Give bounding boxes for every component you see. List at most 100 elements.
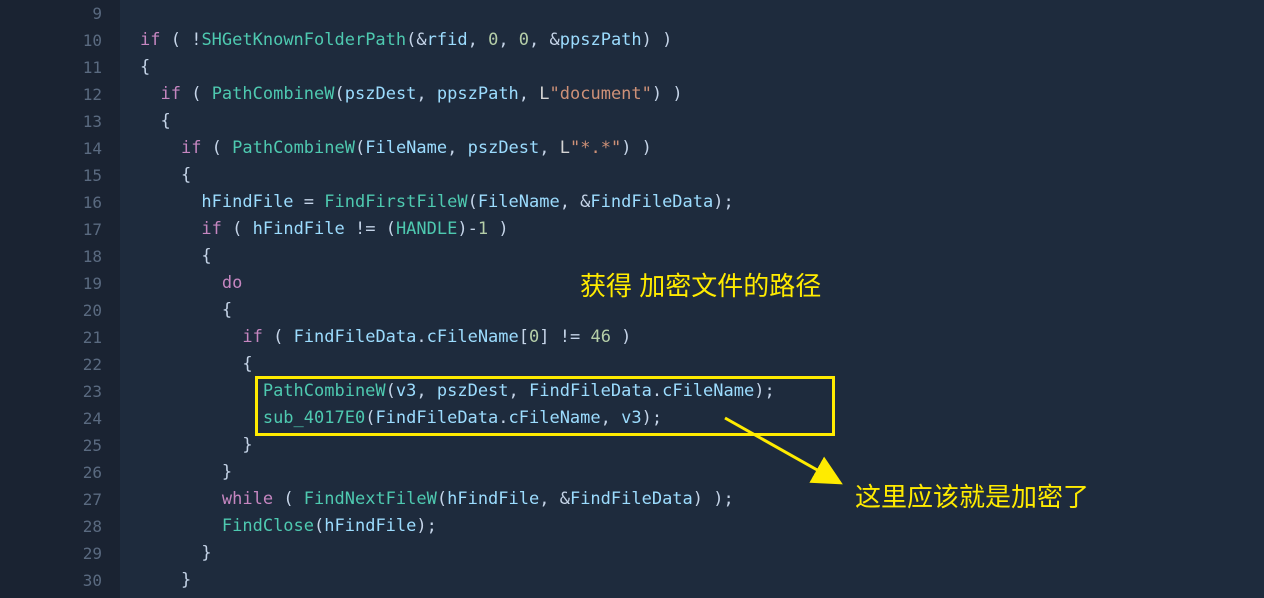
code-token: ) ); xyxy=(693,489,734,509)
code-token: , xyxy=(601,408,621,428)
code-line[interactable]: if ( !SHGetKnownFolderPath(&rfid, 0, 0, … xyxy=(140,27,672,54)
code-line[interactable]: } xyxy=(140,432,253,459)
code-token: pszDest xyxy=(437,381,509,401)
line-number: 29 xyxy=(83,540,102,567)
code-token: } xyxy=(140,543,212,563)
code-line[interactable]: if ( PathCombineW(FileName, pszDest, L"*… xyxy=(140,135,652,162)
line-number: 12 xyxy=(83,81,102,108)
code-token: HANDLE xyxy=(396,219,457,239)
code-token: L xyxy=(560,138,570,158)
code-token xyxy=(140,219,201,239)
code-token: hFindFile xyxy=(447,489,539,509)
code-line[interactable]: { xyxy=(140,351,253,378)
line-number-gutter: 9101112131415161718192021222324252627282… xyxy=(50,0,110,598)
code-line[interactable]: } xyxy=(140,540,212,567)
code-token: cFileName xyxy=(509,408,601,428)
code-token: , xyxy=(498,30,518,50)
code-token: ppszPath xyxy=(437,84,519,104)
line-number: 15 xyxy=(83,162,102,189)
code-token: hFindFile xyxy=(324,516,416,536)
code-token: , & xyxy=(529,30,560,50)
code-token: )- xyxy=(457,219,477,239)
line-number: 13 xyxy=(83,108,102,135)
code-token: { xyxy=(140,111,171,131)
code-token: FindFileData xyxy=(570,489,693,509)
code-token: SHGetKnownFolderPath xyxy=(201,30,406,50)
code-token: . xyxy=(498,408,508,428)
code-line[interactable]: while ( FindNextFileW(hFindFile, &FindFi… xyxy=(140,486,734,513)
code-line[interactable]: FindClose(hFindFile); xyxy=(140,513,437,540)
code-token: if xyxy=(160,84,180,104)
line-number: 17 xyxy=(83,216,102,243)
code-token: ( xyxy=(365,408,375,428)
code-token: ppszPath xyxy=(560,30,642,50)
code-line[interactable]: } xyxy=(140,567,191,594)
code-token: { xyxy=(140,246,212,266)
code-token: ( xyxy=(201,138,232,158)
code-token: cFileName xyxy=(662,381,754,401)
code-token: v3 xyxy=(621,408,641,428)
code-token: if xyxy=(181,138,201,158)
line-number: 20 xyxy=(83,297,102,324)
code-token: != ( xyxy=(345,219,396,239)
code-line[interactable]: PathCombineW(v3, pszDest, FindFileData.c… xyxy=(140,378,775,405)
code-token: FindNextFileW xyxy=(304,489,437,509)
code-token: 1 xyxy=(478,219,488,239)
code-token: ( xyxy=(335,84,345,104)
code-token: [ xyxy=(519,327,529,347)
line-number: 21 xyxy=(83,324,102,351)
line-number: 30 xyxy=(83,567,102,594)
code-line[interactable]: if ( hFindFile != (HANDLE)-1 ) xyxy=(140,216,509,243)
code-line[interactable]: } xyxy=(140,459,232,486)
code-token: ); xyxy=(754,381,774,401)
line-number: 26 xyxy=(83,459,102,486)
code-token: FindFileData xyxy=(529,381,652,401)
line-number: 9 xyxy=(92,0,102,27)
code-line[interactable]: hFindFile = FindFirstFileW(FileName, &Fi… xyxy=(140,189,734,216)
code-token: { xyxy=(140,354,253,374)
code-token: FileName xyxy=(365,138,447,158)
code-token: ); xyxy=(642,408,662,428)
code-token: ( xyxy=(222,219,253,239)
code-token: hFindFile xyxy=(201,192,293,212)
code-token: { xyxy=(140,165,191,185)
line-number: 19 xyxy=(83,270,102,297)
annotation-text-1: 获得 加密文件的路径 xyxy=(580,266,821,303)
code-token: ( xyxy=(181,84,212,104)
code-token: FindFileData xyxy=(375,408,498,428)
code-line[interactable]: { xyxy=(140,162,191,189)
code-token: ( xyxy=(468,192,478,212)
code-token: while xyxy=(222,489,273,509)
code-line[interactable]: sub_4017E0(FindFileData.cFileName, v3); xyxy=(140,405,662,432)
code-token: . xyxy=(652,381,662,401)
code-token: ( xyxy=(273,489,304,509)
code-token: ) xyxy=(488,219,508,239)
code-token xyxy=(140,408,263,428)
code-token: ); xyxy=(416,516,436,536)
code-token: } xyxy=(140,570,191,590)
code-line[interactable]: if ( PathCombineW(pszDest, ppszPath, L"d… xyxy=(140,81,683,108)
code-line[interactable]: do xyxy=(140,270,242,297)
line-number: 25 xyxy=(83,432,102,459)
code-token xyxy=(140,381,263,401)
code-token: 0 xyxy=(529,327,539,347)
code-line[interactable]: if ( FindFileData.cFileName[0] != 46 ) xyxy=(140,324,631,351)
code-token: FileName xyxy=(478,192,560,212)
code-token: cFileName xyxy=(427,327,519,347)
line-number: 16 xyxy=(83,189,102,216)
code-token: ); xyxy=(713,192,733,212)
code-token: ( xyxy=(437,489,447,509)
code-token: { xyxy=(140,300,232,320)
code-token: ) xyxy=(611,327,631,347)
code-line[interactable]: { xyxy=(140,54,150,81)
code-token xyxy=(140,84,160,104)
code-line[interactable]: { xyxy=(140,297,232,324)
code-token: if xyxy=(140,30,160,50)
code-token: ( xyxy=(355,138,365,158)
breakpoint-gutter[interactable] xyxy=(0,0,50,598)
code-line[interactable]: { xyxy=(140,243,212,270)
code-token: "document" xyxy=(550,84,652,104)
code-token: , & xyxy=(560,192,591,212)
code-line[interactable]: { xyxy=(140,108,171,135)
code-token: { xyxy=(140,57,150,77)
